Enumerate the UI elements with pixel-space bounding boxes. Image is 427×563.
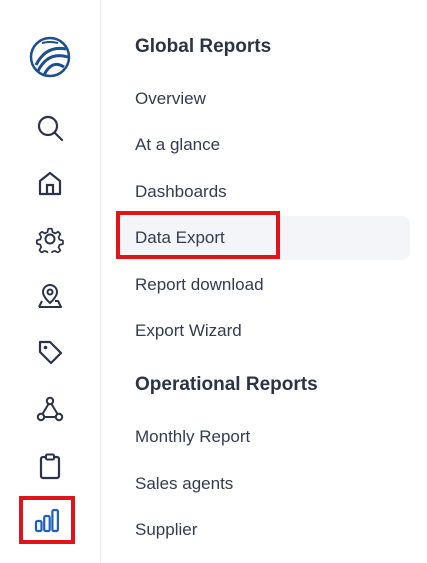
home-icon[interactable] [35, 168, 65, 198]
globe-logo-icon[interactable] [28, 35, 72, 79]
clipboard-icon[interactable] [35, 451, 65, 481]
menu-item-sales-agents[interactable]: Sales agents [135, 472, 233, 496]
menu-item-overview[interactable]: Overview [135, 87, 206, 111]
menu-item-dashboards[interactable]: Dashboards [135, 180, 227, 204]
network-nodes-icon[interactable] [35, 394, 65, 424]
menu-item-at-a-glance[interactable]: At a glance [135, 133, 220, 157]
tag-icon[interactable] [35, 337, 65, 367]
settings-gear-icon[interactable] [35, 224, 65, 254]
location-person-icon[interactable] [35, 281, 65, 311]
menu-item-export-wizard[interactable]: Export Wizard [135, 319, 242, 343]
bar-chart-icon[interactable] [19, 496, 75, 544]
search-icon[interactable] [35, 113, 65, 143]
section-title-global-reports: Global Reports [135, 36, 272, 57]
menu-item-supplier[interactable]: Supplier [135, 518, 197, 542]
menu-item-report-download[interactable]: Report download [135, 273, 264, 297]
reports-menu: Global Reports Overview At a glance Dash… [100, 0, 427, 563]
section-title-operational-reports: Operational Reports [135, 374, 318, 395]
menu-item-monthly-report[interactable]: Monthly Report [135, 425, 250, 449]
highlight-box [116, 211, 280, 259]
icon-rail [0, 0, 101, 563]
